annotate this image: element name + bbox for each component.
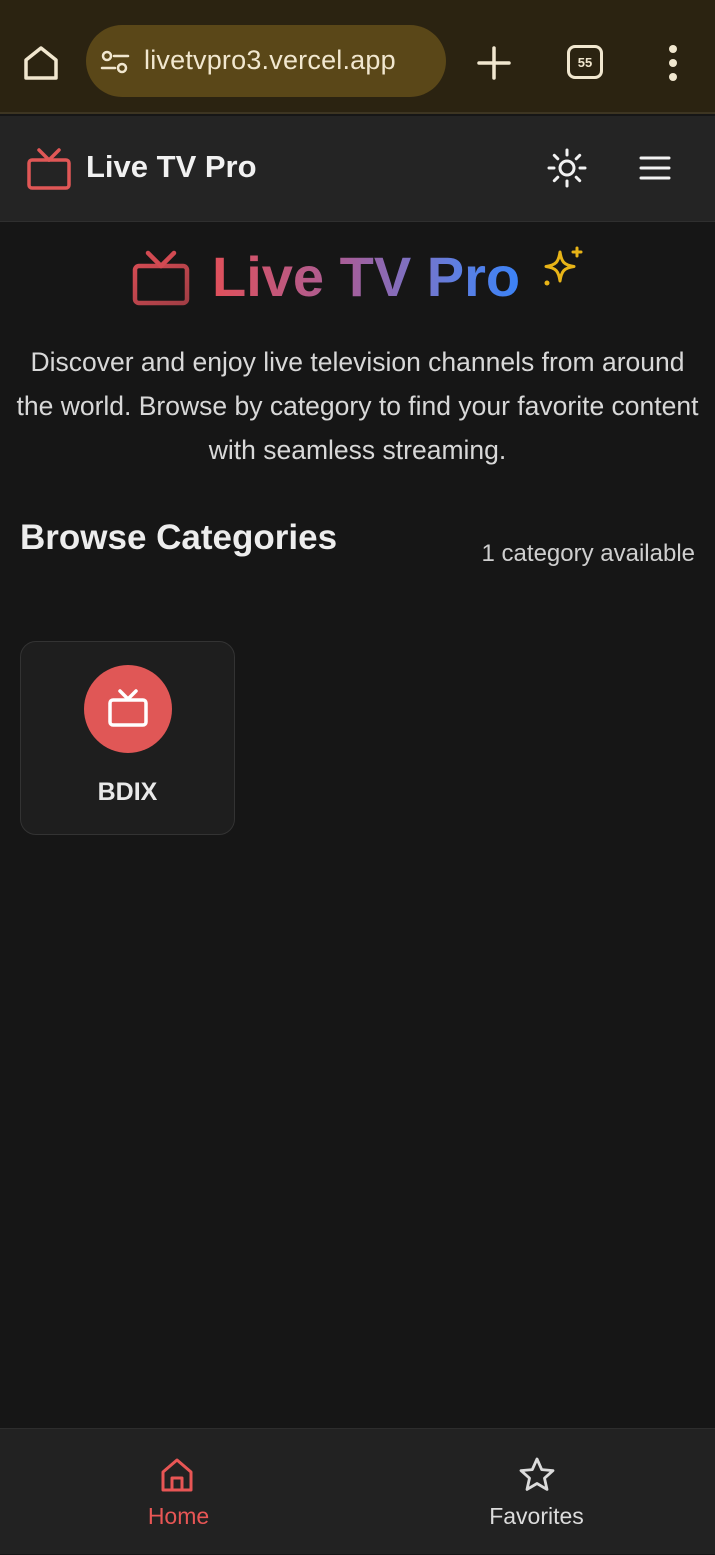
nav-favorites[interactable]: Favorites (358, 1429, 715, 1555)
home-icon (161, 1458, 193, 1492)
more-options-icon[interactable] (660, 44, 686, 82)
hamburger-menu-icon[interactable] (636, 150, 674, 186)
category-icon-badge (84, 665, 172, 753)
site-settings-icon[interactable] (100, 49, 130, 75)
nav-home-label: Home (147, 1503, 210, 1529)
hero-description: Discover and enjoy live television chann… (16, 347, 699, 465)
tv-hero-icon (132, 250, 190, 306)
sun-icon[interactable] (545, 146, 589, 190)
nav-home[interactable]: Home (0, 1429, 357, 1555)
tv-icon (108, 689, 148, 727)
category-count: 1 category available (481, 540, 695, 567)
home-icon[interactable] (18, 40, 64, 86)
url-text[interactable]: livetvpro3.vercel.app (144, 45, 396, 76)
category-label: BDIX (97, 778, 158, 806)
star-icon (519, 1457, 555, 1491)
browser-toolbar: livetvpro3.vercel.app 55 (0, 0, 715, 114)
address-bar[interactable]: livetvpro3.vercel.app (86, 25, 446, 97)
section-title: Browse Categories (20, 518, 338, 557)
app-title[interactable]: Live TV Pro (86, 149, 257, 185)
bottom-navigation: Home Favorites (0, 1428, 715, 1554)
tv-logo-icon (27, 148, 71, 190)
hero-title: Live TV Pro (212, 245, 521, 308)
nav-favorites-label: Favorites (489, 1503, 584, 1529)
tab-switcher-button[interactable]: 55 (567, 45, 603, 79)
category-card-bdix[interactable]: BDIX (20, 641, 235, 835)
sparkles-icon (544, 246, 583, 286)
app-header: Live TV Pro (0, 116, 715, 222)
new-tab-icon[interactable] (475, 44, 513, 82)
